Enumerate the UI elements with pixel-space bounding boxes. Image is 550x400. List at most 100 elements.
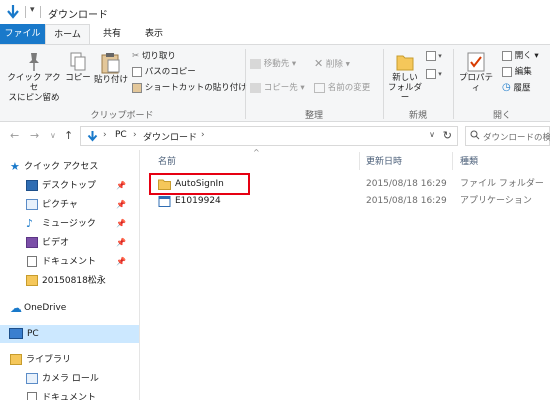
recent-locations-button[interactable]: ∨ (50, 131, 56, 140)
sidebar-item-documents-lib[interactable]: ドキュメント (0, 389, 139, 400)
title-separator-2 (40, 6, 41, 18)
scissors-icon: ✂ (132, 51, 140, 61)
copy-to-label: コピー先 ▾ (263, 83, 305, 93)
documents-icon (27, 392, 37, 400)
sidebar-item-libraries[interactable]: ライブラリ (0, 351, 139, 369)
history-button[interactable]: ◷ 履歴 (502, 81, 530, 95)
sidebar-item-label: ビデオ (42, 238, 70, 248)
pin-icon (29, 53, 39, 71)
sidebar-item-pictures[interactable]: ピクチャ 📌 (0, 196, 139, 214)
table-row[interactable]: E1019924 2015/08/18 16:29 アプリケーション (141, 193, 550, 210)
easy-access-icon (426, 68, 436, 79)
sidebar-item-videos[interactable]: ビデオ 📌 (0, 234, 139, 252)
column-separator[interactable] (359, 152, 360, 170)
open-label: 開く ▾ (514, 51, 539, 61)
breadcrumb-downloads[interactable]: ダウンロード (143, 130, 197, 143)
file-name: E1019924 (175, 196, 221, 206)
pin-label-1: クイック アクセ (7, 73, 61, 93)
tab-share[interactable]: 共有 (92, 24, 132, 44)
sidebar-item-quick-access[interactable]: ★ クイック アクセス (0, 158, 139, 176)
back-button[interactable]: ← (10, 129, 19, 142)
copy-to-button[interactable]: コピー先 ▾ (250, 81, 305, 95)
new-folder-icon (396, 55, 414, 71)
rename-label: 名前の変更 (327, 83, 371, 93)
new-folder-button[interactable]: 新しい フォルダー (386, 51, 424, 103)
column-header-modified[interactable]: 更新日時 (366, 154, 402, 167)
up-button[interactable]: ↑ (64, 129, 73, 142)
sidebar-item-pc[interactable]: PC (0, 325, 139, 343)
sidebar-item-music[interactable]: ♪ ミュージック 📌 (0, 215, 139, 233)
column-header-type[interactable]: 種類 (460, 154, 478, 167)
sidebar-item-documents[interactable]: ドキュメント 📌 (0, 253, 139, 271)
search-box[interactable]: ダウンロードの検索 (465, 126, 550, 146)
shortcut-paste-icon (132, 82, 142, 93)
forward-button[interactable]: → (30, 129, 39, 142)
move-to-label: 移動先 ▾ (263, 59, 297, 69)
sidebar-item-label: OneDrive (24, 303, 67, 313)
pin-icon: 📌 (116, 181, 126, 190)
copy-to-icon (250, 82, 261, 93)
new-item-button[interactable]: ▾ (426, 49, 442, 63)
breadcrumb-pc[interactable]: PC (115, 130, 127, 140)
column-header-name[interactable]: 名前 (158, 154, 176, 167)
pin-icon: 📌 (116, 257, 126, 266)
documents-icon (27, 256, 37, 267)
pin-label-2: スにピン留め (8, 93, 60, 103)
easy-access-button[interactable]: ▾ (426, 67, 442, 81)
tab-file[interactable]: ファイル (0, 24, 45, 44)
sidebar-item-desktop[interactable]: デスクトップ 📌 (0, 177, 139, 195)
address-bar[interactable]: › PC › ダウンロード › ∨ ↻ (80, 126, 458, 146)
delete-label: 削除 ▾ (325, 59, 350, 70)
sidebar-item-folder[interactable]: 20150818松永 (0, 272, 139, 290)
sidebar-item-label: ドキュメント (42, 393, 97, 400)
edit-label: 編集 (514, 67, 532, 77)
cut-label: 切り取り (141, 51, 176, 62)
sidebar-item-camera-roll[interactable]: カメラ ロール (0, 370, 139, 388)
navigation-pane: ★ クイック アクセス デスクトップ 📌 ピクチャ 📌 ♪ ミュージック 📌 ビ… (0, 150, 140, 400)
ribbon-tabs: ファイル ホーム 共有 表示 (0, 24, 550, 45)
path-copy-icon (132, 66, 142, 77)
pin-quick-access-button[interactable]: クイック アクセ スにピン留め (4, 51, 64, 103)
down-arrow-icon[interactable] (6, 4, 20, 20)
copy-path-button[interactable]: パスのコピー (132, 65, 196, 79)
history-label: 履歴 (513, 83, 531, 94)
breadcrumb-separator: › (103, 130, 107, 140)
sidebar-item-label: PC (27, 329, 39, 339)
new-folder-label-1: 新しい (392, 73, 418, 83)
tab-home[interactable]: ホーム (45, 24, 90, 45)
sidebar-item-label: ミュージック (42, 219, 96, 229)
highlight-box (149, 173, 250, 195)
clipboard-group-label: クリップボード (90, 111, 154, 121)
rename-button[interactable]: 名前の変更 (314, 81, 370, 95)
library-icon (10, 354, 22, 365)
camera-roll-icon (26, 373, 38, 384)
sort-ascending-icon: ^ (253, 148, 260, 157)
properties-icon (467, 52, 485, 72)
cloud-icon: ☁ (10, 301, 22, 315)
address-dropdown-icon[interactable]: ∨ (429, 130, 435, 139)
sidebar-item-label: ライブラリ (26, 355, 72, 365)
refresh-button[interactable]: ↻ (443, 129, 452, 142)
copy-button[interactable]: コピー (64, 51, 92, 83)
tab-view[interactable]: 表示 (134, 24, 174, 44)
open-button[interactable]: 開く ▾ (502, 49, 539, 63)
edit-button[interactable]: 編集 (502, 65, 532, 79)
paste-shortcut-button[interactable]: ショートカットの貼り付け (132, 81, 247, 95)
star-icon: ★ (10, 160, 20, 173)
sidebar-item-label: デスクトップ (42, 181, 97, 191)
column-separator[interactable] (452, 152, 453, 170)
download-location-icon (87, 131, 98, 142)
sidebar-item-label: ドキュメント (42, 257, 97, 267)
navigation-bar: ← → ∨ ↑ › PC › ダウンロード › ∨ ↻ ダウンロードの検索 (0, 122, 550, 150)
properties-button[interactable]: プロパティ (456, 51, 496, 93)
paste-button[interactable]: 貼り付け (94, 51, 128, 85)
sidebar-item-onedrive[interactable]: ☁ OneDrive (0, 299, 139, 317)
edit-icon (502, 66, 512, 77)
cut-button[interactable]: ✂ 切り取り (132, 49, 176, 63)
window-title: ダウンロード (48, 10, 108, 21)
delete-button[interactable]: ✕ 削除 ▾ (314, 57, 350, 71)
organize-group-label: 整理 (304, 111, 323, 121)
move-to-button[interactable]: 移動先 ▾ (250, 57, 296, 71)
quick-access-dropdown[interactable]: ▾ (30, 5, 35, 15)
search-icon (470, 130, 480, 140)
